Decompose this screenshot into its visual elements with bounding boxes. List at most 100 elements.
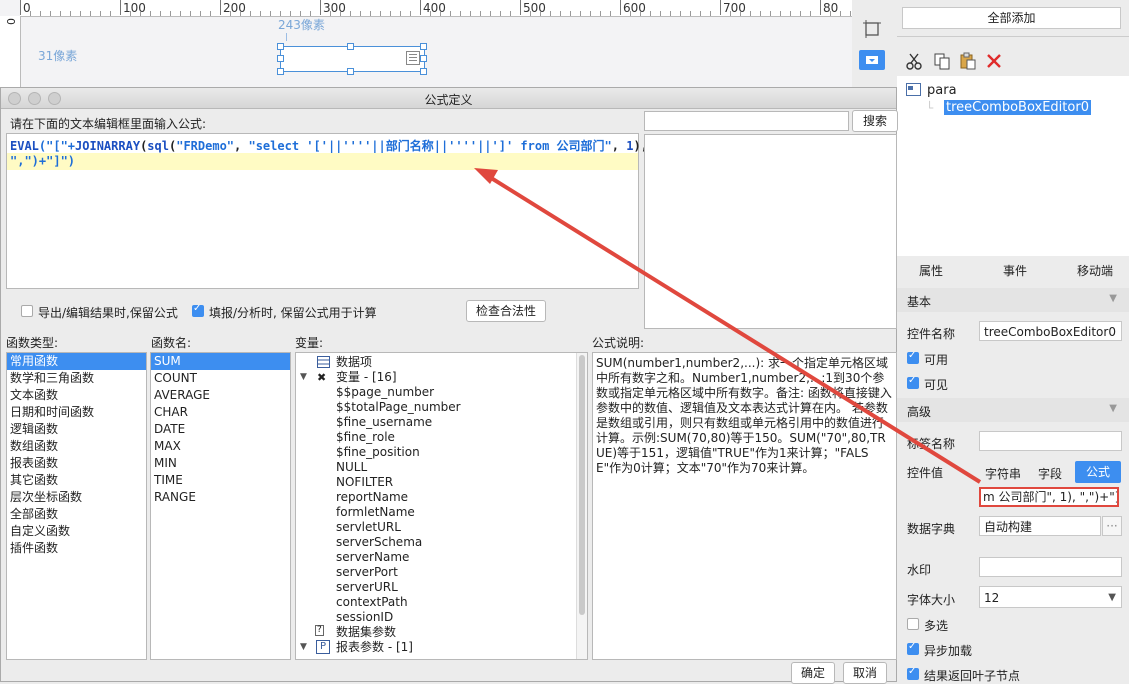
ruler-minor-tick	[700, 11, 701, 16]
designer-canvas[interactable]: 0 100 200 300 400 500 600 700 80 0 243像素 31像素	[0, 0, 852, 88]
visible-checkbox[interactable]	[907, 375, 919, 389]
keep-formula-fill-checkbox[interactable]	[192, 303, 204, 317]
tag-name-field[interactable]	[979, 431, 1122, 451]
variable-item[interactable]: contextPath	[296, 595, 587, 610]
resize-handle[interactable]	[277, 68, 284, 75]
func-type-item[interactable]: 文本函数	[7, 387, 146, 404]
variable-item[interactable]: NULL	[296, 460, 587, 475]
tree-node-report-params[interactable]: ▼ P 报表参数 - [1]	[296, 640, 587, 655]
search-results[interactable]	[644, 134, 897, 329]
func-type-item[interactable]: 插件函数	[7, 540, 146, 557]
func-type-item[interactable]: 自定义函数	[7, 523, 146, 540]
variable-item[interactable]: $$totalPage_number	[296, 400, 587, 415]
func-name-item[interactable]: MIN	[151, 455, 290, 472]
formula-editor[interactable]: EVAL("["+JOINARRAY(sql("FRDemo", "select…	[6, 133, 648, 289]
ruler-minor-tick	[210, 11, 211, 16]
delete-icon[interactable]	[985, 52, 1003, 70]
variable-item[interactable]: $fine_position	[296, 445, 587, 460]
func-name-item[interactable]: DATE	[151, 421, 290, 438]
variable-item[interactable]: serverSchema	[296, 535, 587, 550]
func-type-item[interactable]: 数学和三角函数	[7, 370, 146, 387]
enabled-checkbox[interactable]	[907, 350, 919, 364]
func-name-item[interactable]: SUM	[151, 353, 290, 370]
variable-item[interactable]: formletName	[296, 505, 587, 520]
func-type-item[interactable]: 层次坐标函数	[7, 489, 146, 506]
variables-tree[interactable]: 数据项 ▼ ✖ 变量 - [16] $$page_number $$totalPa…	[295, 352, 588, 660]
func-name-item[interactable]: TIME	[151, 472, 290, 489]
func-type-item[interactable]: 常用函数	[7, 353, 146, 370]
watermark-field[interactable]	[979, 557, 1122, 577]
search-button[interactable]: 搜索	[852, 110, 898, 132]
func-name-item[interactable]: RANGE	[151, 489, 290, 506]
tab-mobile[interactable]: 移动端	[1077, 262, 1113, 279]
resize-handle[interactable]	[420, 55, 427, 62]
search-input[interactable]	[644, 111, 849, 131]
tree-node-para[interactable]: para	[927, 83, 957, 98]
ruler-minor-tick	[680, 11, 681, 16]
data-dict-field[interactable]: 自动构建	[979, 516, 1101, 536]
tab-events[interactable]: 事件	[1003, 262, 1027, 279]
variable-item[interactable]: serverPort	[296, 565, 587, 580]
resize-handle[interactable]	[277, 43, 284, 50]
func-name-item[interactable]: COUNT	[151, 370, 290, 387]
func-type-item[interactable]: 逻辑函数	[7, 421, 146, 438]
control-name-field[interactable]: treeComboBoxEditor0	[979, 321, 1122, 341]
func-type-item[interactable]: 日期和时间函数	[7, 404, 146, 421]
resize-handle[interactable]	[347, 68, 354, 75]
keep-formula-export-checkbox[interactable]	[21, 305, 33, 317]
cut-icon[interactable]	[905, 52, 923, 70]
func-name-item[interactable]: AVERAGE	[151, 387, 290, 404]
variable-item[interactable]: $fine_username	[296, 415, 587, 430]
func-type-header: 函数类型:	[6, 336, 59, 350]
token-sql: sql	[147, 139, 169, 153]
variables-scrollbar[interactable]	[576, 353, 587, 659]
variable-item[interactable]: reportName	[296, 490, 587, 505]
formula-dialog: 公式定义 请在下面的文本编辑框里面输入公式: EVAL("["+JOINARRA…	[0, 87, 898, 684]
tree-node-selected[interactable]: treeComboBoxEditor0	[944, 100, 1091, 115]
async-load-checkbox[interactable]	[907, 641, 919, 655]
func-name-item[interactable]: CHAR	[151, 404, 290, 421]
ok-button[interactable]: 确定	[791, 662, 835, 684]
add-all-button[interactable]: 全部添加	[902, 7, 1121, 29]
value-type-string[interactable]: 字符串	[985, 465, 1021, 482]
func-type-list[interactable]: 常用函数 数学和三角函数 文本函数 日期和时间函数 逻辑函数 数组函数 报表函数 其它函数 层次…	[6, 352, 147, 660]
resize-handle[interactable]	[420, 43, 427, 50]
func-type-item[interactable]: 数组函数	[7, 438, 146, 455]
basic-section-header[interactable]: 基本 ▼	[897, 288, 1129, 312]
resize-handle[interactable]	[420, 68, 427, 75]
tree-node-variables[interactable]: ▼ ✖ 变量 - [16]	[296, 370, 587, 385]
variable-item[interactable]: $$page_number	[296, 385, 587, 400]
advanced-section-header[interactable]: 高级 ▼	[897, 398, 1129, 422]
func-name-list[interactable]: SUM COUNT AVERAGE CHAR DATE MAX MIN TIME RANGE	[150, 352, 291, 660]
tree-node-dataset-params[interactable]: ? 数据集参数	[296, 625, 587, 640]
variable-item[interactable]: serverURL	[296, 580, 587, 595]
paste-icon[interactable]	[959, 52, 977, 70]
font-size-select[interactable]: 12 ▼	[979, 586, 1122, 608]
scrollbar-thumb[interactable]	[579, 355, 585, 615]
func-type-item[interactable]: 全部函数	[7, 506, 146, 523]
value-type-formula[interactable]: 公式	[1075, 461, 1121, 483]
func-type-item[interactable]: 其它函数	[7, 472, 146, 489]
resize-handle[interactable]	[347, 43, 354, 50]
variable-item[interactable]: servletURL	[296, 520, 587, 535]
copy-icon[interactable]	[933, 52, 951, 70]
formula-value-field[interactable]: m 公司部门", 1), ",")+"]")	[979, 487, 1119, 507]
value-type-field[interactable]: 字段	[1038, 465, 1062, 482]
tab-properties[interactable]: 属性	[919, 262, 943, 279]
check-validity-button[interactable]: 检查合法性	[466, 300, 546, 322]
cancel-button[interactable]: 取消	[843, 662, 887, 684]
leaf-only-checkbox[interactable]	[907, 666, 919, 680]
variable-item[interactable]: $fine_role	[296, 430, 587, 445]
variable-item[interactable]: NOFILTER	[296, 475, 587, 490]
data-dict-more-button[interactable]: ···	[1102, 516, 1122, 536]
func-name-item[interactable]: MAX	[151, 438, 290, 455]
dialog-titlebar[interactable]: 公式定义	[1, 88, 896, 109]
variable-item[interactable]: serverName	[296, 550, 587, 565]
frame-icon[interactable]	[863, 20, 881, 38]
variable-item[interactable]: sessionID	[296, 610, 587, 625]
resize-handle[interactable]	[277, 55, 284, 62]
tree-node-data-items[interactable]: 数据项	[296, 355, 587, 370]
func-type-item[interactable]: 报表函数	[7, 455, 146, 472]
multi-select-checkbox[interactable]	[907, 618, 919, 630]
widget-toggle-button[interactable]	[859, 50, 885, 70]
